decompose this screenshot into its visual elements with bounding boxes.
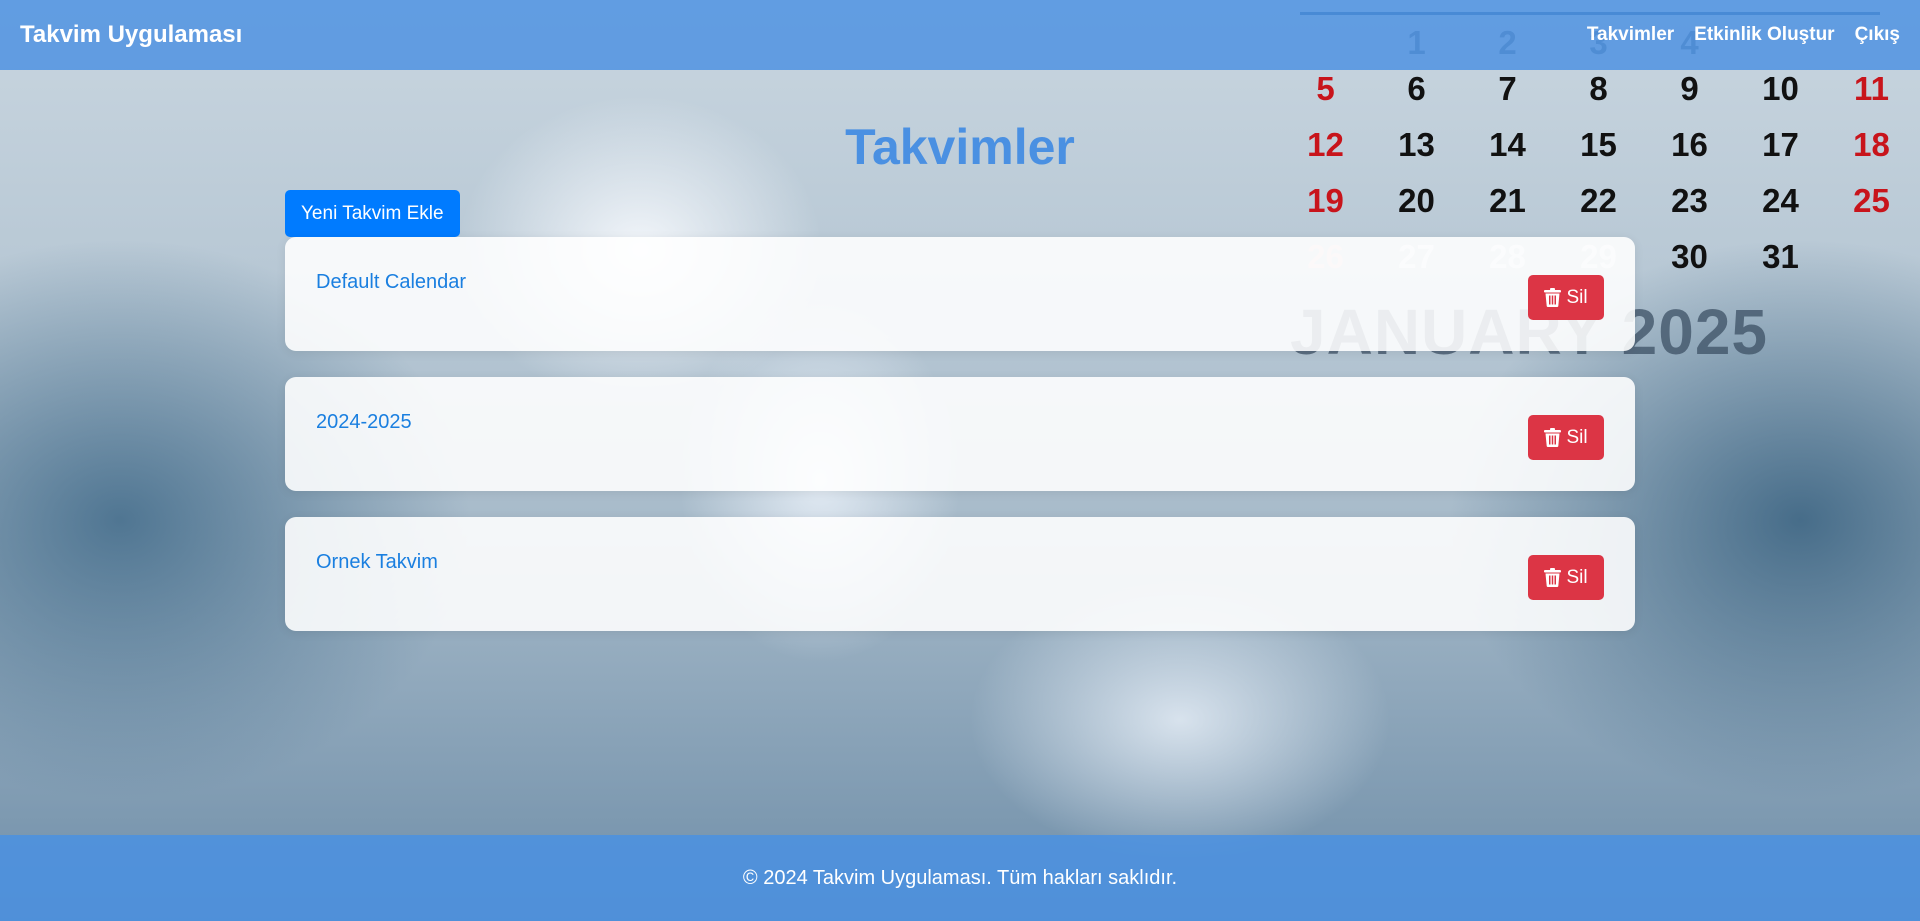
calendar-card: Ornek Takvim Sil: [285, 517, 1635, 631]
bg-day: 25: [1853, 182, 1890, 219]
delete-label: Sil: [1566, 286, 1588, 308]
nav-links: Takvimler Etkinlik Oluştur Çıkış: [1587, 24, 1900, 46]
calendar-list: Default Calendar Sil 2024-2025 Sil Ornek…: [285, 237, 1635, 657]
calendar-card: 2024-2025 Sil: [285, 377, 1635, 491]
footer-copyright: © 2024 Takvim Uygulaması. Tüm hakları sa…: [742, 866, 1178, 889]
top-navbar: Takvim Uygulaması Takvimler Etkinlik Olu…: [0, 0, 1920, 70]
bg-day: [1826, 238, 1917, 294]
nav-link-calendars[interactable]: Takvimler: [1587, 24, 1674, 46]
page-title: Takvimler: [845, 119, 1075, 175]
delete-calendar-button[interactable]: Sil: [1528, 275, 1604, 320]
add-calendar-button[interactable]: Yeni Takvim Ekle: [285, 190, 460, 237]
nav-link-logout[interactable]: Çıkış: [1855, 24, 1900, 46]
calendar-link[interactable]: Ornek Takvim: [316, 551, 438, 574]
bg-day: 23: [1671, 182, 1708, 219]
delete-label: Sil: [1566, 566, 1588, 588]
delete-calendar-button[interactable]: Sil: [1528, 555, 1604, 600]
bg-day: 19: [1307, 182, 1344, 219]
bg-day: 21: [1489, 182, 1526, 219]
bg-day: 24: [1762, 182, 1799, 219]
calendar-link[interactable]: Default Calendar: [316, 271, 466, 294]
page-footer: © 2024 Takvim Uygulaması. Tüm hakları sa…: [0, 835, 1920, 921]
trash-icon: [1544, 428, 1562, 447]
calendar-link[interactable]: 2024-2025: [316, 411, 412, 434]
bg-day: 20: [1398, 182, 1435, 219]
nav-link-create-event[interactable]: Etkinlik Oluştur: [1694, 24, 1834, 46]
trash-icon: [1544, 568, 1562, 587]
bg-day: 31: [1762, 238, 1799, 275]
calendar-card: Default Calendar Sil: [285, 237, 1635, 351]
trash-icon: [1544, 288, 1562, 307]
delete-calendar-button[interactable]: Sil: [1528, 415, 1604, 460]
bg-day: 22: [1580, 182, 1617, 219]
bg-day: 30: [1671, 238, 1708, 275]
app-brand[interactable]: Takvim Uygulaması: [20, 21, 242, 49]
delete-label: Sil: [1566, 426, 1588, 448]
